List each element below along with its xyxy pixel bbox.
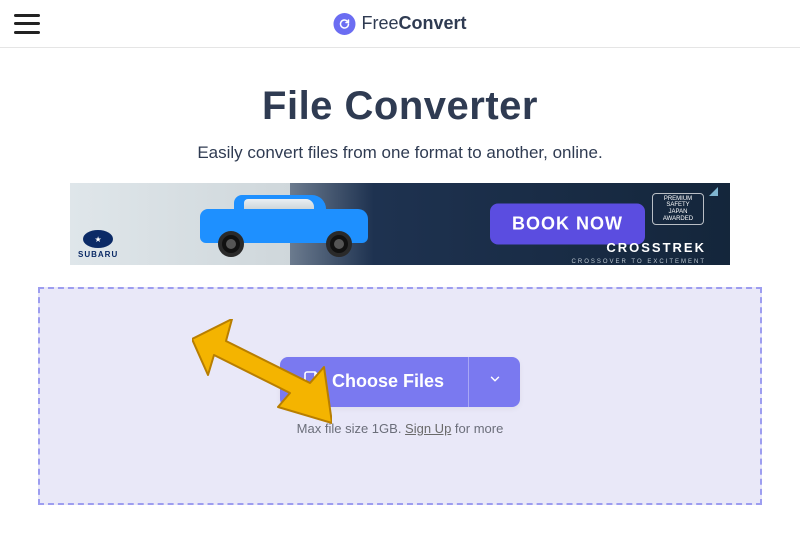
ad-brand-text: CROSSTREK — [606, 240, 706, 255]
hamburger-menu[interactable] — [14, 14, 40, 34]
page-subtitle: Easily convert files from one format to … — [20, 143, 780, 163]
page-title: File Converter — [20, 84, 780, 129]
ad-tagline: CROSSOVER TO EXCITEMENT — [572, 259, 706, 265]
ad-book-now-button[interactable]: BOOK NOW — [490, 204, 645, 245]
sign-up-link[interactable]: Sign Up — [405, 421, 451, 436]
logo-text: FreeConvert — [361, 13, 466, 34]
choose-files-dropdown[interactable] — [468, 357, 520, 407]
adchoices-icon[interactable] — [709, 187, 718, 196]
brand-logo[interactable]: FreeConvert — [333, 13, 466, 35]
ad-subaru-text: SUBARU — [78, 250, 118, 259]
logo-free: Free — [361, 13, 398, 33]
ad-award-badge: PREMIUM SAFETY JAPAN AWARDED — [652, 193, 704, 225]
file-dropzone[interactable]: Choose Files Max file size 1GB. Sign Up … — [38, 287, 762, 505]
refresh-icon — [333, 13, 355, 35]
max-suffix: for more — [451, 421, 503, 436]
ad-subaru-logo: SUBARU — [78, 230, 118, 259]
chevron-down-icon — [488, 372, 502, 391]
annotation-arrow-icon — [192, 319, 332, 429]
main: File Converter Easily convert files from… — [0, 48, 800, 505]
header: FreeConvert — [0, 0, 800, 48]
ad-car-image — [200, 201, 370, 255]
choose-files-label: Choose Files — [332, 371, 444, 392]
logo-convert: Convert — [399, 13, 467, 33]
ad-banner[interactable]: SUBARU BOOK NOW PREMIUM SAFETY JAPAN AWA… — [70, 183, 730, 265]
